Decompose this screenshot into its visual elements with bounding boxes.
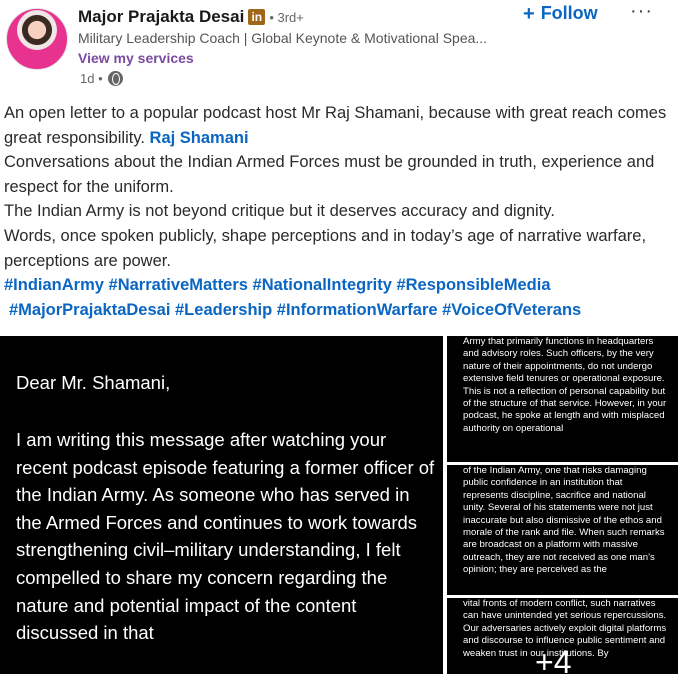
thumbnail-text-1: Army that primarily functions in headqua…: [463, 336, 667, 434]
hashtags-line-2[interactable]: #MajorPrajaktaDesai #Leadership #Informa…: [4, 298, 676, 323]
post-text-3: The Indian Army is not beyond critique b…: [4, 202, 555, 221]
more-images-count[interactable]: +4: [535, 644, 571, 681]
thumbnail-text-2: of the Indian Army, one that risks damag…: [463, 465, 665, 576]
follow-button[interactable]: + Follow: [523, 3, 598, 24]
follow-label: Follow: [540, 3, 598, 23]
author-name[interactable]: Major Prajakta Desai: [78, 7, 244, 27]
post-time: 1d •: [80, 71, 123, 86]
media-main-image[interactable]: Dear Mr. Shamani, I am writing this mess…: [0, 336, 443, 674]
post-media-grid: Dear Mr. Shamani, I am writing this mess…: [0, 336, 684, 680]
linkedin-post: Major Prajakta Desai in • 3rd+ + Follow …: [0, 0, 684, 680]
post-text-1: An open letter to a popular podcast host…: [4, 104, 667, 147]
media-thumbnail-1[interactable]: Army that primarily functions in headqua…: [447, 336, 678, 462]
more-options-icon[interactable]: ···: [630, 0, 653, 23]
letter-text: I am writing this message after watching…: [16, 429, 435, 644]
view-services-link[interactable]: View my services: [78, 50, 194, 66]
mention-link[interactable]: Raj Shamani: [150, 129, 249, 147]
post-text-4: Words, once spoken publicly, shape perce…: [4, 226, 647, 270]
globe-icon: [107, 71, 123, 86]
hashtags-line-1[interactable]: #IndianArmy #NarrativeMatters #NationalI…: [4, 273, 676, 298]
post-text-2: Conversations about the Indian Armed For…: [4, 153, 655, 196]
media-thumbnail-2[interactable]: of the Indian Army, one that risks damag…: [447, 465, 678, 595]
author-avatar[interactable]: [6, 8, 68, 70]
linkedin-premium-icon: in: [248, 9, 266, 25]
connection-degree: • 3rd+: [269, 9, 304, 25]
post-body: An open letter to a popular podcast host…: [4, 101, 676, 322]
post-time-label: 1d •: [80, 71, 103, 86]
author-name-row: Major Prajakta Desai in • 3rd+: [78, 6, 304, 28]
letter-salutation: Dear Mr. Shamani,: [16, 372, 171, 393]
author-headline: Military Leadership Coach | Global Keyno…: [78, 30, 488, 46]
post-text-line: An open letter to a popular podcast host…: [4, 101, 676, 150]
plus-icon: +: [523, 2, 535, 25]
